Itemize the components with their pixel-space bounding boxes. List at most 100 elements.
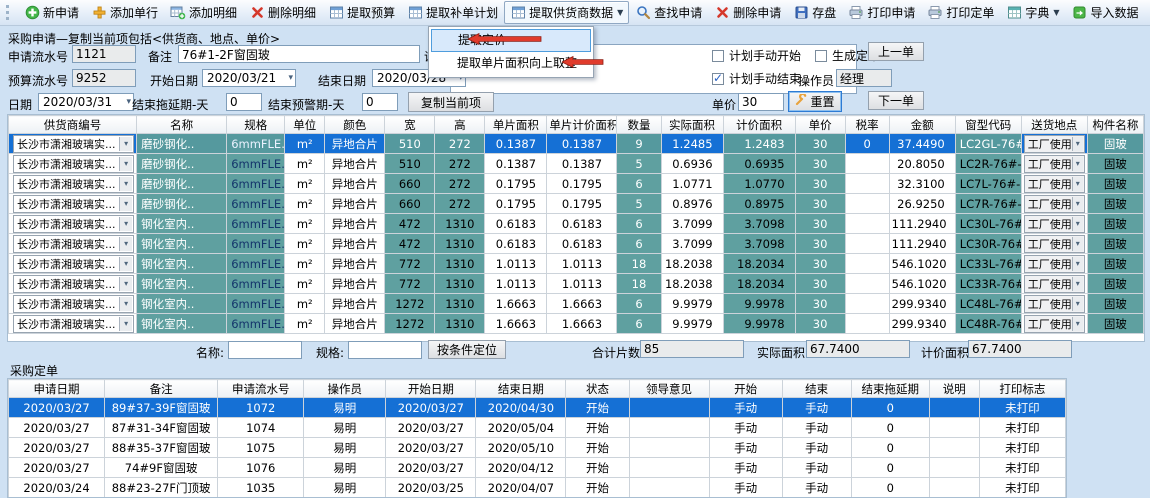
table-cell[interactable]: 1310 [435, 254, 485, 274]
table-row[interactable]: 长沙市潇湘玻璃实...▾钢化室内..6mmFLE..m²异地合片47213100… [9, 234, 1144, 254]
table-cell[interactable]: 0 [845, 134, 889, 154]
table-cell[interactable]: LC48L-76#.. [955, 294, 1021, 314]
table-cell[interactable]: 30 [795, 134, 845, 154]
combo-cell[interactable]: 长沙市潇湘玻璃实...▾ [9, 134, 137, 154]
table-cell[interactable]: 异地合片 [325, 154, 385, 174]
table-cell[interactable]: 0.1387 [485, 134, 547, 154]
table-cell[interactable]: 固玻 [1087, 134, 1143, 154]
table-cell[interactable]: LC30L-76#.. [955, 214, 1021, 234]
table-cell[interactable]: 0.6183 [547, 234, 617, 254]
chevron-down-icon[interactable]: ▾ [1072, 157, 1083, 171]
table-cell[interactable]: 3.7099 [661, 234, 723, 254]
table-cell[interactable] [845, 214, 889, 234]
combo-cell[interactable]: 工厂使用▾ [1021, 274, 1087, 294]
table-cell[interactable]: 272 [435, 154, 485, 174]
table-cell[interactable]: 20.8050 [889, 154, 955, 174]
table-cell[interactable]: LC7R-76#-1F0 [955, 194, 1021, 214]
table-cell[interactable]: 固玻 [1087, 194, 1143, 214]
table-cell[interactable]: m² [285, 254, 325, 274]
chevron-down-icon[interactable]: ▾ [126, 97, 131, 107]
table-cell[interactable]: 111.2940 [889, 214, 955, 234]
locate-by-condition-button[interactable]: 按条件定位 [428, 340, 506, 359]
copy-current-button[interactable]: 复制当前项 [408, 92, 494, 112]
column-header[interactable]: 构件名称 [1087, 116, 1143, 134]
table-cell[interactable]: LC33L-76#.. [955, 254, 1021, 274]
table-cell[interactable]: 开始 [566, 418, 629, 438]
table-cell[interactable] [845, 254, 889, 274]
chevron-down-icon[interactable]: ▾ [119, 237, 132, 251]
table-cell[interactable]: 18 [617, 254, 661, 274]
table-cell[interactable]: 299.9340 [889, 314, 955, 334]
table-cell[interactable]: 钢化室内.. [137, 314, 227, 334]
table-cell[interactable]: 32.3100 [889, 174, 955, 194]
table-cell[interactable]: 2020/03/27 [9, 398, 105, 418]
chevron-down-icon[interactable]: ▾ [119, 297, 132, 311]
table-cell[interactable]: 1.0113 [547, 254, 617, 274]
table-cell[interactable]: 未打印 [979, 438, 1065, 458]
chevron-down-icon[interactable]: ▼ [617, 8, 623, 17]
table-cell[interactable]: 0 [851, 458, 929, 478]
table-row[interactable]: 2020/03/2488#23-27F门顶玻1035易明2020/03/2520… [9, 478, 1066, 498]
menu-item-extract-piece-area-roundup[interactable]: 提取单片面积向上取整 [431, 52, 591, 75]
chevron-down-icon[interactable]: ▾ [1072, 317, 1083, 331]
table-cell[interactable]: 开始 [566, 438, 629, 458]
table-cell[interactable]: 磨砂钢化.. [137, 194, 227, 214]
table-cell[interactable]: 30 [795, 174, 845, 194]
table-cell[interactable]: 1.0771 [661, 174, 723, 194]
table-cell[interactable]: 0.1795 [547, 194, 617, 214]
table-cell[interactable]: 钢化室内.. [137, 254, 227, 274]
chevron-down-icon[interactable]: ▾ [1072, 277, 1083, 291]
table-cell[interactable]: 1.0113 [485, 274, 547, 294]
table-cell[interactable]: 手动 [782, 398, 851, 418]
table-cell[interactable]: 6 [617, 314, 661, 334]
chevron-down-icon[interactable]: ▾ [119, 137, 132, 151]
column-header[interactable]: 税率 [845, 116, 889, 134]
table-cell[interactable]: 9 [617, 134, 661, 154]
table-cell[interactable]: 89#37-39F窗固玻 [105, 398, 218, 418]
table-cell[interactable] [845, 294, 889, 314]
table-cell[interactable] [929, 438, 979, 458]
table-cell[interactable]: 固玻 [1087, 314, 1143, 334]
table-cell[interactable]: 0.1387 [547, 154, 617, 174]
table-cell[interactable]: 18.2038 [661, 274, 723, 294]
table-cell[interactable]: 2020/04/07 [476, 478, 566, 498]
column-header[interactable]: 颜色 [325, 116, 385, 134]
table-row[interactable]: 长沙市潇湘玻璃实...▾磨砂钢化..6mmFLE..m²异地合片5102720.… [9, 134, 1144, 154]
table-cell[interactable]: 1310 [435, 234, 485, 254]
date-picker[interactable]: 2020/03/31▾ [38, 93, 134, 111]
table-cell[interactable]: 299.9340 [889, 294, 955, 314]
table-cell[interactable]: 660 [385, 174, 435, 194]
table-cell[interactable]: 2020/04/12 [476, 458, 566, 478]
table-cell[interactable] [929, 458, 979, 478]
combo-cell[interactable]: 长沙市潇湘玻璃实...▾ [9, 314, 137, 334]
table-cell[interactable]: 未打印 [979, 398, 1065, 418]
column-header[interactable]: 单价 [795, 116, 845, 134]
table-cell[interactable] [845, 314, 889, 334]
toolbar-button-print-order[interactable]: 打印定单 [921, 1, 1000, 24]
table-cell[interactable]: 2020/03/27 [9, 458, 105, 478]
table-cell[interactable]: 272 [435, 134, 485, 154]
toolbar-grip[interactable] [6, 5, 12, 20]
table-cell[interactable]: 0 [851, 398, 929, 418]
toolbar-button-delete-request[interactable]: 删除申请 [708, 1, 787, 24]
toolbar-button-new-request[interactable]: 新申请 [18, 1, 85, 24]
table-cell[interactable]: 固玻 [1087, 154, 1143, 174]
column-header[interactable]: 申请日期 [9, 380, 105, 398]
table-row[interactable]: 长沙市潇湘玻璃实...▾钢化室内..6mmFLE..m²异地合片47213100… [9, 214, 1144, 234]
table-cell[interactable]: 30 [795, 154, 845, 174]
table-cell[interactable]: 472 [385, 234, 435, 254]
combo-cell[interactable]: 工厂使用▾ [1021, 314, 1087, 334]
checkbox-icon[interactable] [815, 50, 827, 62]
chevron-down-icon[interactable]: ▾ [1072, 137, 1083, 151]
table-cell[interactable] [629, 458, 709, 478]
table-cell[interactable]: 1035 [218, 478, 304, 498]
column-header[interactable]: 状态 [566, 380, 629, 398]
table-cell[interactable]: 9.9979 [661, 314, 723, 334]
table-cell[interactable]: 88#23-27F门顶玻 [105, 478, 218, 498]
table-cell[interactable]: 660 [385, 194, 435, 214]
chevron-down-icon[interactable]: ▾ [119, 277, 132, 291]
table-cell[interactable]: 0.6935 [723, 154, 795, 174]
table-cell[interactable]: 2020/04/30 [476, 398, 566, 418]
table-cell[interactable]: 未打印 [979, 458, 1065, 478]
combo-cell[interactable]: 工厂使用▾ [1021, 234, 1087, 254]
